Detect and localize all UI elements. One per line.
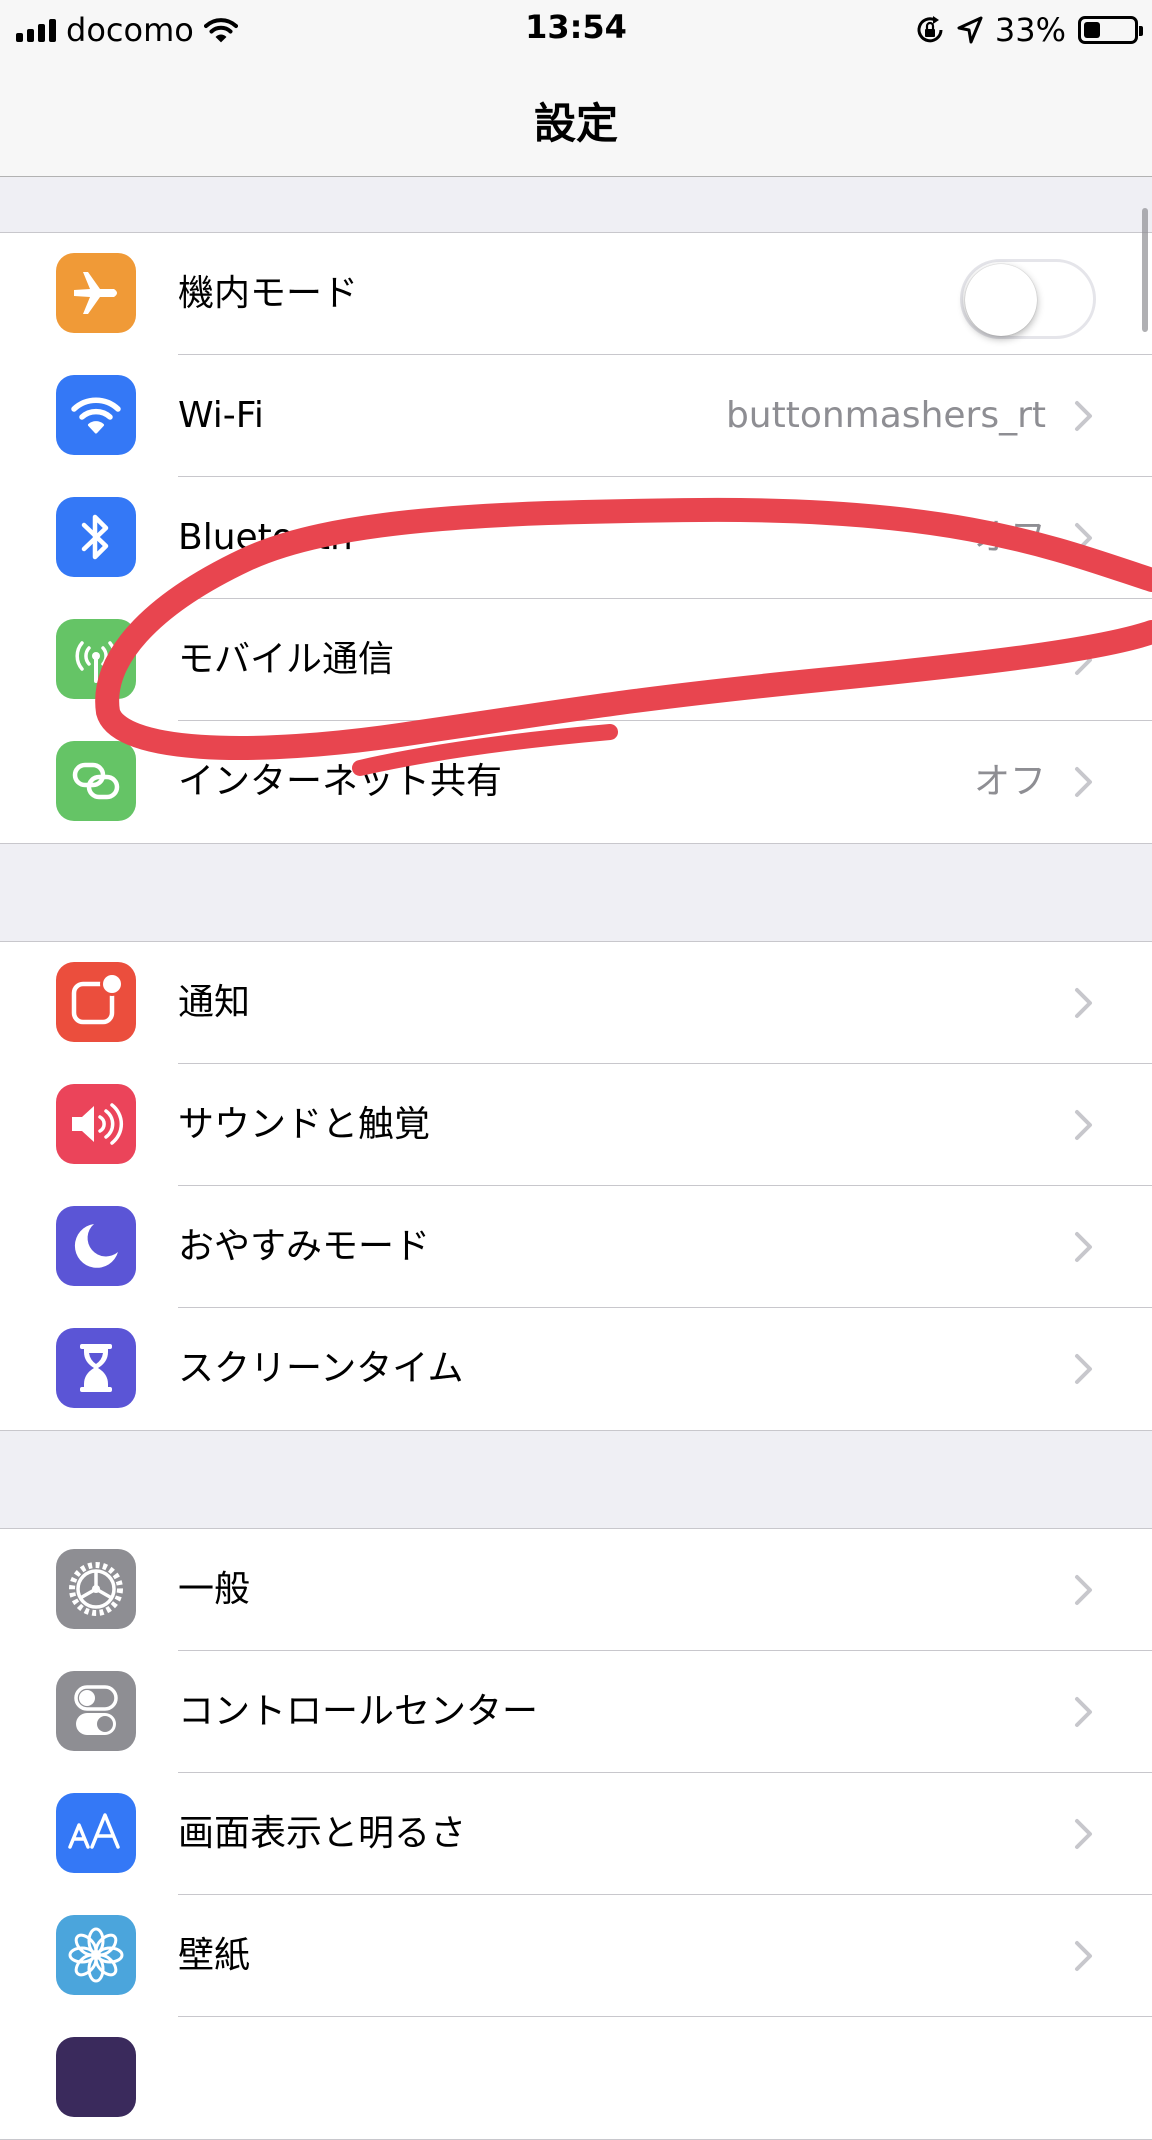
navigation-bar: 設定 (0, 60, 1152, 177)
scrollbar[interactable] (1142, 208, 1148, 332)
chevron-right-icon (1075, 1575, 1092, 1605)
settings-row-control-center[interactable]: コントロールセンター (0, 1651, 1152, 1773)
row-label: インターネット共有 (178, 761, 503, 802)
row-label: 一般 (178, 1569, 251, 1610)
settings-group-notifications: 通知 サウンドと触覚 おやすみモード スクリーンタイム (0, 941, 1152, 1431)
settings-row-sounds[interactable]: サウンドと触覚 (0, 1064, 1152, 1186)
row-label: スクリーンタイム (178, 1348, 464, 1389)
settings-row-wallpaper[interactable]: 壁紙 (0, 1895, 1152, 2017)
page-title: 設定 (533, 99, 618, 148)
settings-row-wifi[interactable]: Wi-Fi buttonmashers_rt (0, 355, 1152, 477)
row-label: サウンドと触覚 (178, 1104, 431, 1145)
bluetooth-icon (56, 497, 136, 577)
chevron-right-icon (1075, 1941, 1092, 1971)
status-bar: docomo 13:54 33% (0, 0, 1152, 60)
settings-group-connectivity: 機内モード Wi-Fi buttonmashers_rt Bluetooth オ… (0, 232, 1152, 844)
moon-icon (56, 1206, 136, 1286)
settings-row-bluetooth[interactable]: Bluetooth オフ (0, 477, 1152, 599)
settings-row-airplane-mode[interactable]: 機内モード (0, 233, 1152, 355)
row-label: 壁紙 (178, 1935, 251, 1976)
chevron-right-icon (1075, 1354, 1092, 1384)
battery-fill (1084, 22, 1100, 38)
chevron-right-icon (1075, 988, 1092, 1018)
settings-row-notifications[interactable]: 通知 (0, 942, 1152, 1064)
gear-icon (56, 1549, 136, 1629)
text-size-icon (56, 1793, 136, 1873)
settings-row-personal-hotspot[interactable]: インターネット共有 オフ (0, 721, 1152, 843)
row-label: Bluetooth (178, 517, 353, 558)
chevron-right-icon (1075, 645, 1092, 675)
battery-percent: 33% (994, 11, 1066, 49)
chevron-right-icon (1075, 1819, 1092, 1849)
row-label: モバイル通信 (178, 639, 395, 680)
chevron-right-icon (1075, 767, 1092, 797)
settings-row-cellular[interactable]: モバイル通信 (0, 599, 1152, 721)
row-label: 画面表示と明るさ (178, 1813, 467, 1854)
row-value: オフ (973, 761, 1046, 802)
row-label: 通知 (178, 982, 251, 1023)
settings-row-do-not-disturb[interactable]: おやすみモード (0, 1186, 1152, 1308)
chevron-right-icon (1075, 523, 1092, 553)
settings-row-general[interactable]: 一般 (0, 1529, 1152, 1651)
airplane-icon (56, 253, 136, 333)
row-value: オフ (973, 517, 1046, 558)
switches-icon (56, 1671, 136, 1751)
wifi-icon (56, 375, 136, 455)
toggle-knob (965, 264, 1037, 336)
settings-row-screen-time[interactable]: スクリーンタイム (0, 1308, 1152, 1430)
settings-row-display-brightness[interactable]: 画面表示と明るさ (0, 1773, 1152, 1895)
cellular-icon (56, 619, 136, 699)
hourglass-icon (56, 1328, 136, 1408)
settings-group-general: 一般 コントロールセンター 画面表示と明るさ 壁紙 (0, 1528, 1152, 2140)
hotspot-icon (56, 741, 136, 821)
location-icon (957, 16, 983, 44)
battery-icon (1078, 16, 1143, 44)
chevron-right-icon (1075, 1697, 1092, 1727)
sound-icon (56, 1084, 136, 1164)
row-label: Wi-Fi (178, 395, 264, 436)
airplane-mode-toggle[interactable] (960, 259, 1096, 339)
row-label: コントロールセンター (178, 1691, 539, 1732)
row-label: 機内モード (178, 273, 359, 314)
orientation-lock-icon (917, 16, 943, 43)
row-label: おやすみモード (178, 1226, 431, 1267)
flower-icon (56, 1915, 136, 1995)
chevron-right-icon (1075, 1110, 1092, 1140)
chevron-right-icon (1075, 1232, 1092, 1262)
settings-row-partial[interactable] (0, 2017, 1152, 2139)
row-value: buttonmashers_rt (725, 395, 1046, 436)
notifications-icon (56, 962, 136, 1042)
chevron-right-icon (1075, 401, 1092, 431)
app-icon (56, 2037, 136, 2117)
